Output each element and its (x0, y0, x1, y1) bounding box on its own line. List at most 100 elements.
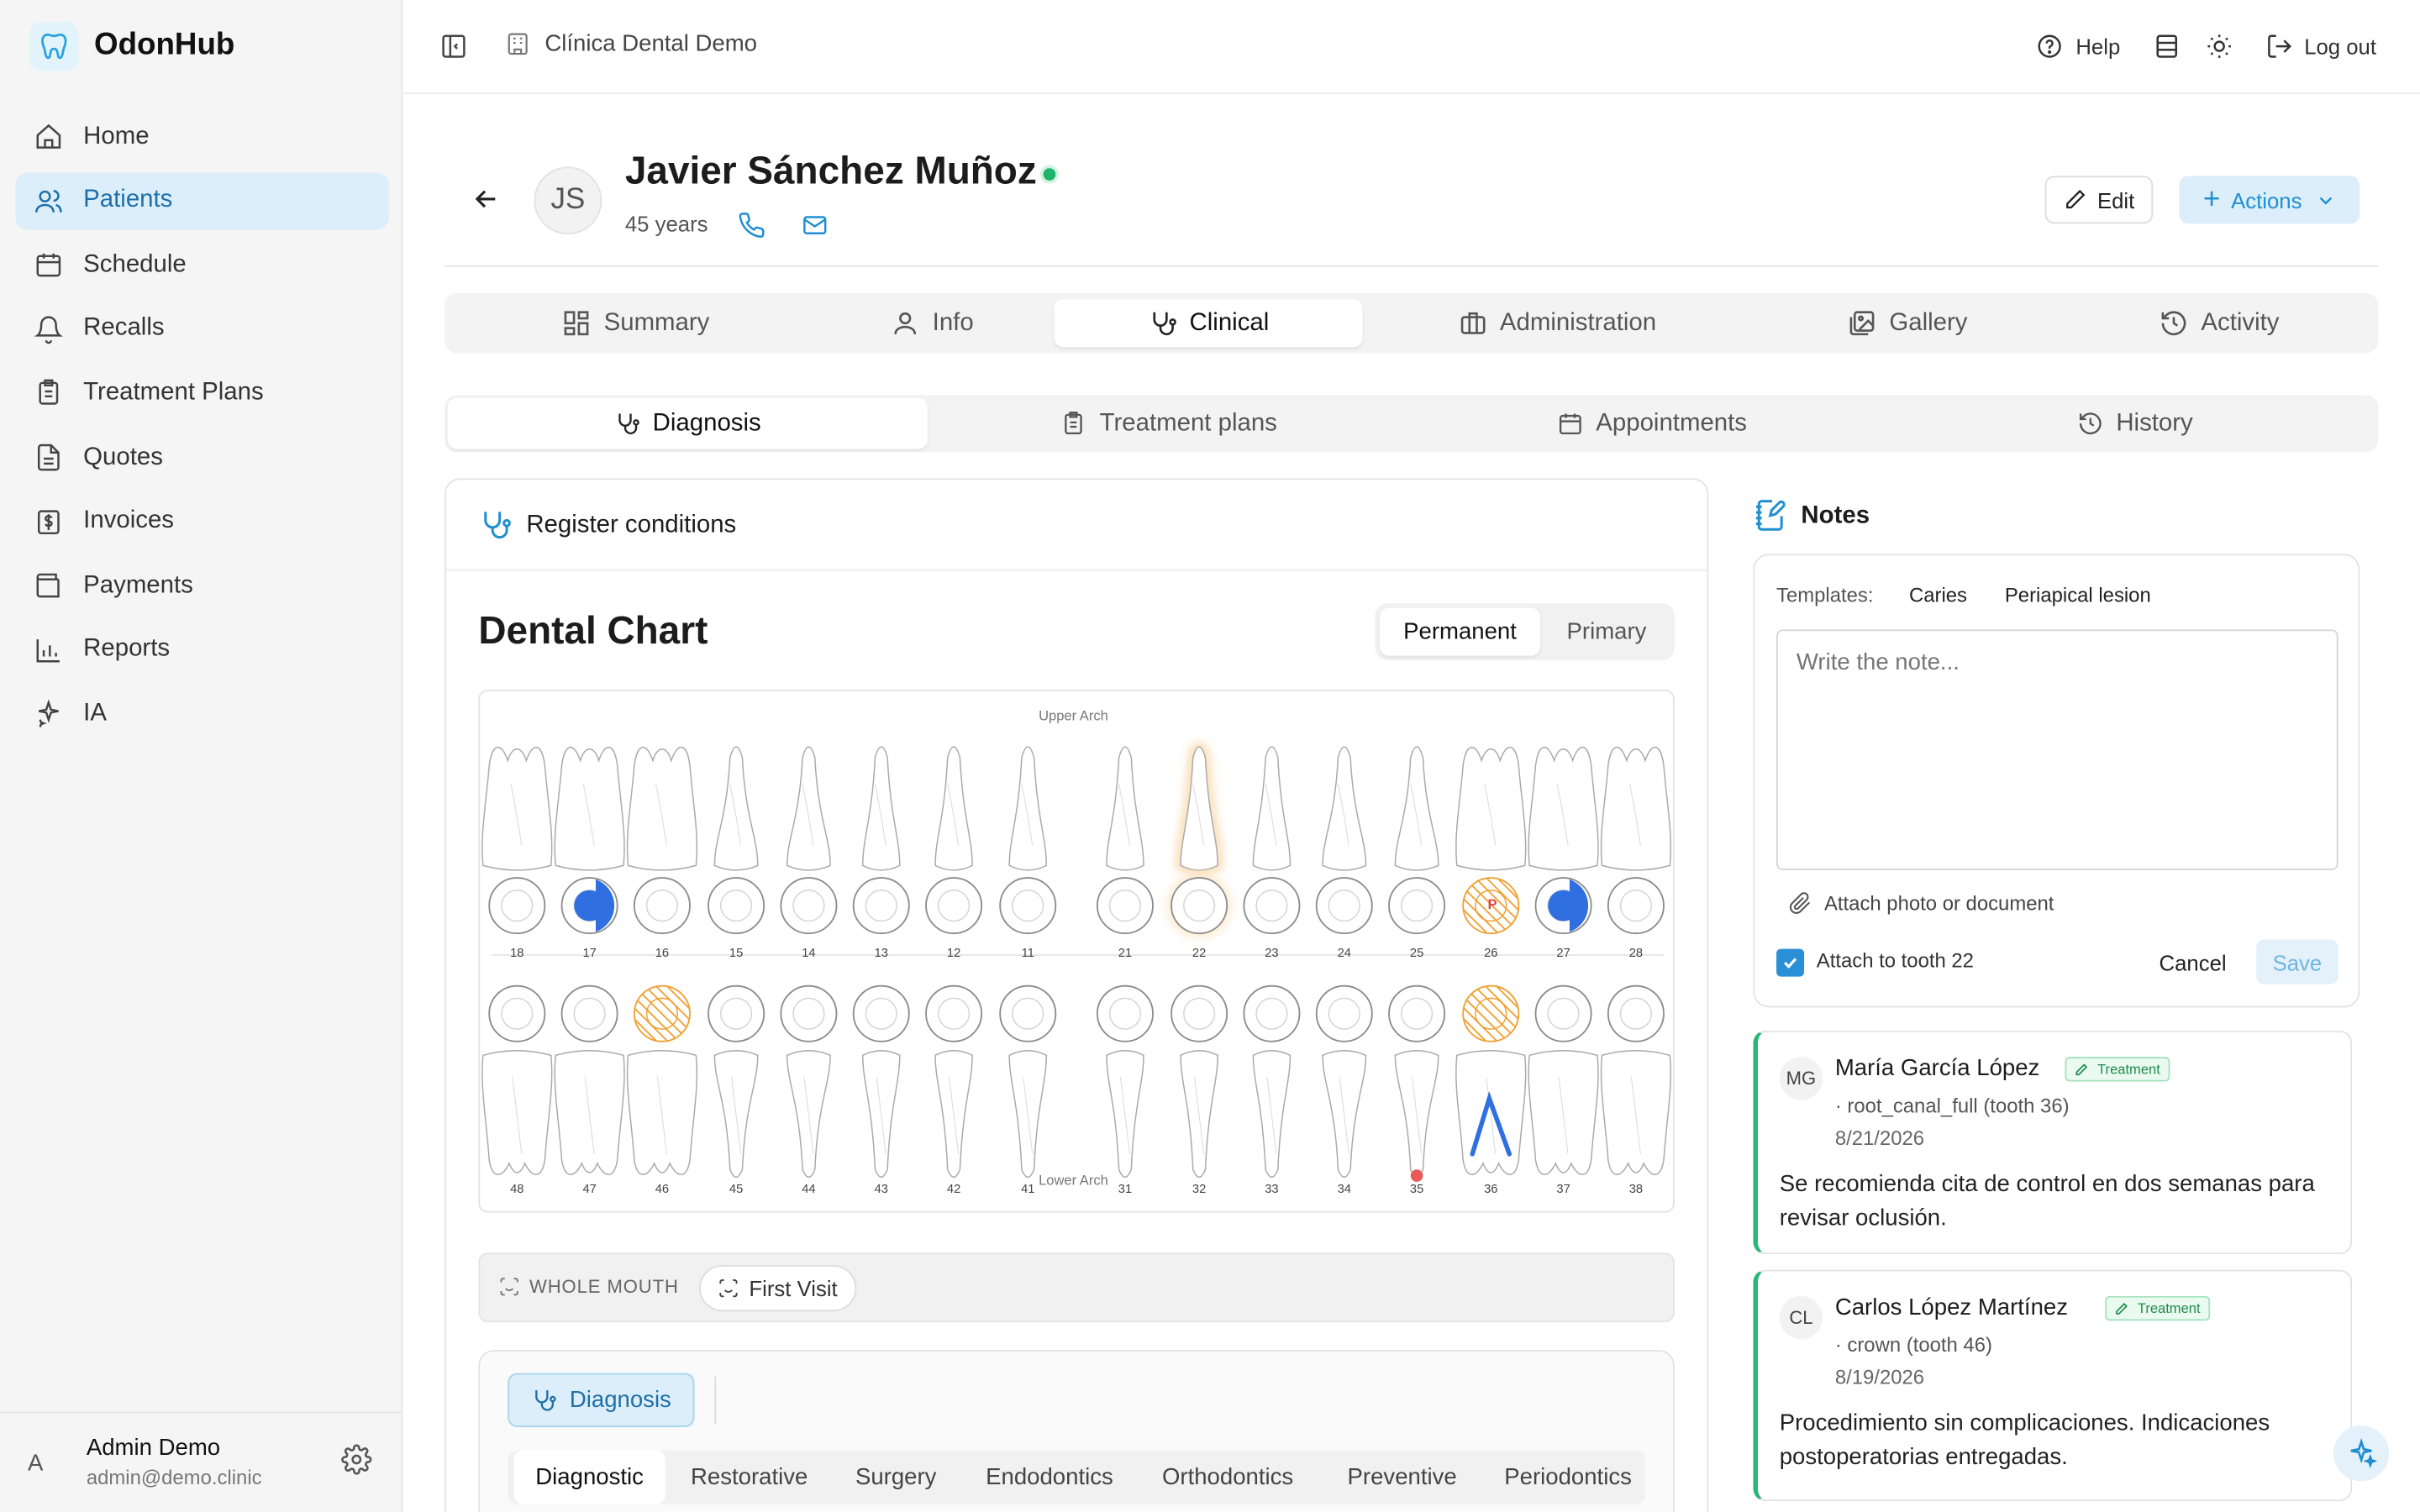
diagnosis-button[interactable]: Diagnosis (508, 1373, 695, 1427)
subtab-appointments[interactable]: Appointments (1413, 398, 1892, 449)
category-tab-restorative[interactable]: Restorative (670, 1450, 829, 1504)
occlusal-23[interactable] (1243, 877, 1301, 935)
attach-file-button[interactable]: Attach photo or document (1789, 892, 2054, 915)
note-textarea[interactable] (1776, 629, 2338, 870)
upper-tooth-21[interactable] (1106, 746, 1144, 871)
category-tab-endodontics[interactable]: Endodontics (963, 1450, 1136, 1504)
email-icon[interactable] (801, 212, 829, 247)
subtab-treatment-plans[interactable]: Treatment plans (929, 398, 1409, 449)
occlusal-33[interactable] (1243, 984, 1301, 1042)
table-view-icon[interactable] (2153, 33, 2181, 68)
occlusal-13[interactable] (852, 877, 910, 935)
tab-gallery[interactable]: Gallery (1753, 299, 2061, 347)
template-caries[interactable]: Caries (1909, 583, 1967, 606)
upper-tooth-16[interactable] (626, 746, 698, 871)
occlusal-41[interactable] (999, 984, 1057, 1042)
note-entry[interactable]: CL Carlos López Martínez Treatment · cro… (1753, 1269, 2353, 1502)
toggle-permanent[interactable]: Permanent (1380, 607, 1541, 656)
upper-tooth-25[interactable] (1394, 746, 1439, 871)
occlusal-46[interactable] (633, 984, 691, 1042)
sidebar-item-ia[interactable]: IA (15, 685, 388, 743)
category-tab-orthodontics[interactable]: Orthodontics (1140, 1450, 1315, 1504)
upper-tooth-15[interactable] (713, 746, 759, 871)
category-tab-diagnostic[interactable]: Diagnostic (513, 1450, 666, 1504)
actions-button[interactable]: + Actions (2179, 176, 2360, 224)
sidebar-item-patients[interactable]: Patients (15, 171, 389, 229)
attach-tooth-checkbox[interactable] (1776, 948, 1805, 977)
tooth-chart: Upper Arch Lower Arch 18 17 16 15 14 13 12 11 21… (478, 690, 1675, 1213)
upper-tooth-14[interactable] (786, 746, 831, 871)
occlusal-25[interactable] (1388, 877, 1446, 935)
occlusal-27[interactable] (1534, 877, 1592, 935)
back-arrow-icon[interactable] (471, 184, 502, 223)
upper-tooth-28[interactable] (1600, 746, 1672, 871)
upper-tooth-23[interactable] (1252, 746, 1292, 871)
settings-gear-icon[interactable] (341, 1444, 372, 1483)
save-button[interactable]: Save (2256, 939, 2338, 984)
sidebar-item-recalls[interactable]: Recalls (15, 301, 388, 358)
tab-administration[interactable]: Administration (1378, 299, 1736, 347)
occlusal-15[interactable] (708, 877, 765, 935)
occlusal-22[interactable] (1166, 873, 1232, 938)
sidebar-item-quotes[interactable]: Quotes (15, 429, 388, 486)
sidebar-toggle-icon[interactable] (439, 33, 467, 68)
occlusal-31[interactable] (1096, 984, 1154, 1042)
occlusal-47[interactable] (560, 984, 618, 1042)
occlusal-24[interactable] (1315, 877, 1373, 935)
theme-sun-icon[interactable] (2206, 33, 2233, 68)
tab-clinical[interactable]: Clinical (1054, 299, 1363, 348)
occlusal-42[interactable] (925, 984, 983, 1042)
occlusal-11[interactable] (999, 877, 1057, 935)
upper-tooth-13[interactable] (861, 746, 901, 871)
occlusal-32[interactable] (1171, 984, 1228, 1042)
occlusal-17[interactable] (560, 877, 618, 935)
sidebar-item-home[interactable]: Home (15, 108, 388, 165)
clinic-selector[interactable]: Clínica Dental Demo (505, 31, 757, 57)
toggle-primary[interactable]: Primary (1542, 608, 1671, 656)
occlusal-44[interactable] (780, 984, 838, 1042)
occlusal-16[interactable] (633, 877, 691, 935)
category-tab-surgery[interactable]: Surgery (834, 1450, 959, 1504)
help-button[interactable]: Help (2036, 33, 2120, 60)
category-tab-preventive[interactable]: Preventive (1319, 1450, 1485, 1504)
ai-assistant-sparkle-icon[interactable] (2333, 1425, 2390, 1482)
whole-mouth-label[interactable]: WHOLE MOUTH (498, 1276, 679, 1298)
occlusal-35[interactable] (1388, 984, 1446, 1042)
occlusal-37[interactable] (1534, 984, 1592, 1042)
phone-icon[interactable] (738, 212, 765, 247)
occlusal-38[interactable] (1607, 984, 1665, 1042)
upper-tooth-12[interactable] (934, 746, 973, 871)
upper-tooth-27[interactable] (1528, 746, 1599, 871)
subtab-diagnosis[interactable]: Diagnosis (447, 397, 928, 449)
upper-tooth-24[interactable] (1322, 746, 1367, 871)
tab-activity[interactable]: Activity (2065, 299, 2374, 347)
occlusal-34[interactable] (1315, 984, 1373, 1042)
app-logo-icon[interactable] (29, 21, 79, 71)
occlusal-48[interactable] (488, 984, 546, 1042)
first-visit-chip[interactable]: First Visit (699, 1265, 857, 1312)
occlusal-45[interactable] (708, 984, 765, 1042)
upper-tooth-26[interactable] (1455, 746, 1527, 871)
upper-tooth-17[interactable] (554, 746, 625, 871)
occlusal-36[interactable] (1462, 984, 1520, 1042)
upper-tooth-11[interactable] (1008, 746, 1048, 871)
sidebar-item-invoices[interactable]: Invoices (15, 493, 388, 550)
sidebar-item-reports[interactable]: Reports (15, 622, 388, 679)
upper-tooth-18[interactable] (481, 746, 553, 871)
sidebar-item-treatment-plans[interactable]: Treatment Plans (15, 365, 388, 422)
cancel-button[interactable]: Cancel (2160, 950, 2227, 974)
occlusal-12[interactable] (925, 877, 983, 935)
occlusal-28[interactable] (1607, 877, 1665, 935)
edit-button[interactable]: Edit (2044, 176, 2154, 224)
occlusal-43[interactable] (852, 984, 910, 1042)
sidebar-item-schedule[interactable]: Schedule (15, 236, 388, 293)
occlusal-18[interactable] (488, 877, 546, 935)
sidebar-item-payments[interactable]: Payments (15, 557, 388, 614)
logout-button[interactable]: Log out (2265, 33, 2376, 60)
occlusal-14[interactable] (780, 877, 838, 935)
template-periapical[interactable]: Periapical lesion (2005, 583, 2151, 606)
subtab-history[interactable]: History (1895, 398, 2375, 449)
category-tab-periodontics[interactable]: Periodontics (1489, 1450, 1646, 1504)
occlusal-21[interactable] (1096, 877, 1154, 935)
note-entry[interactable]: MG María García López Treatment · root_c… (1753, 1030, 2353, 1255)
